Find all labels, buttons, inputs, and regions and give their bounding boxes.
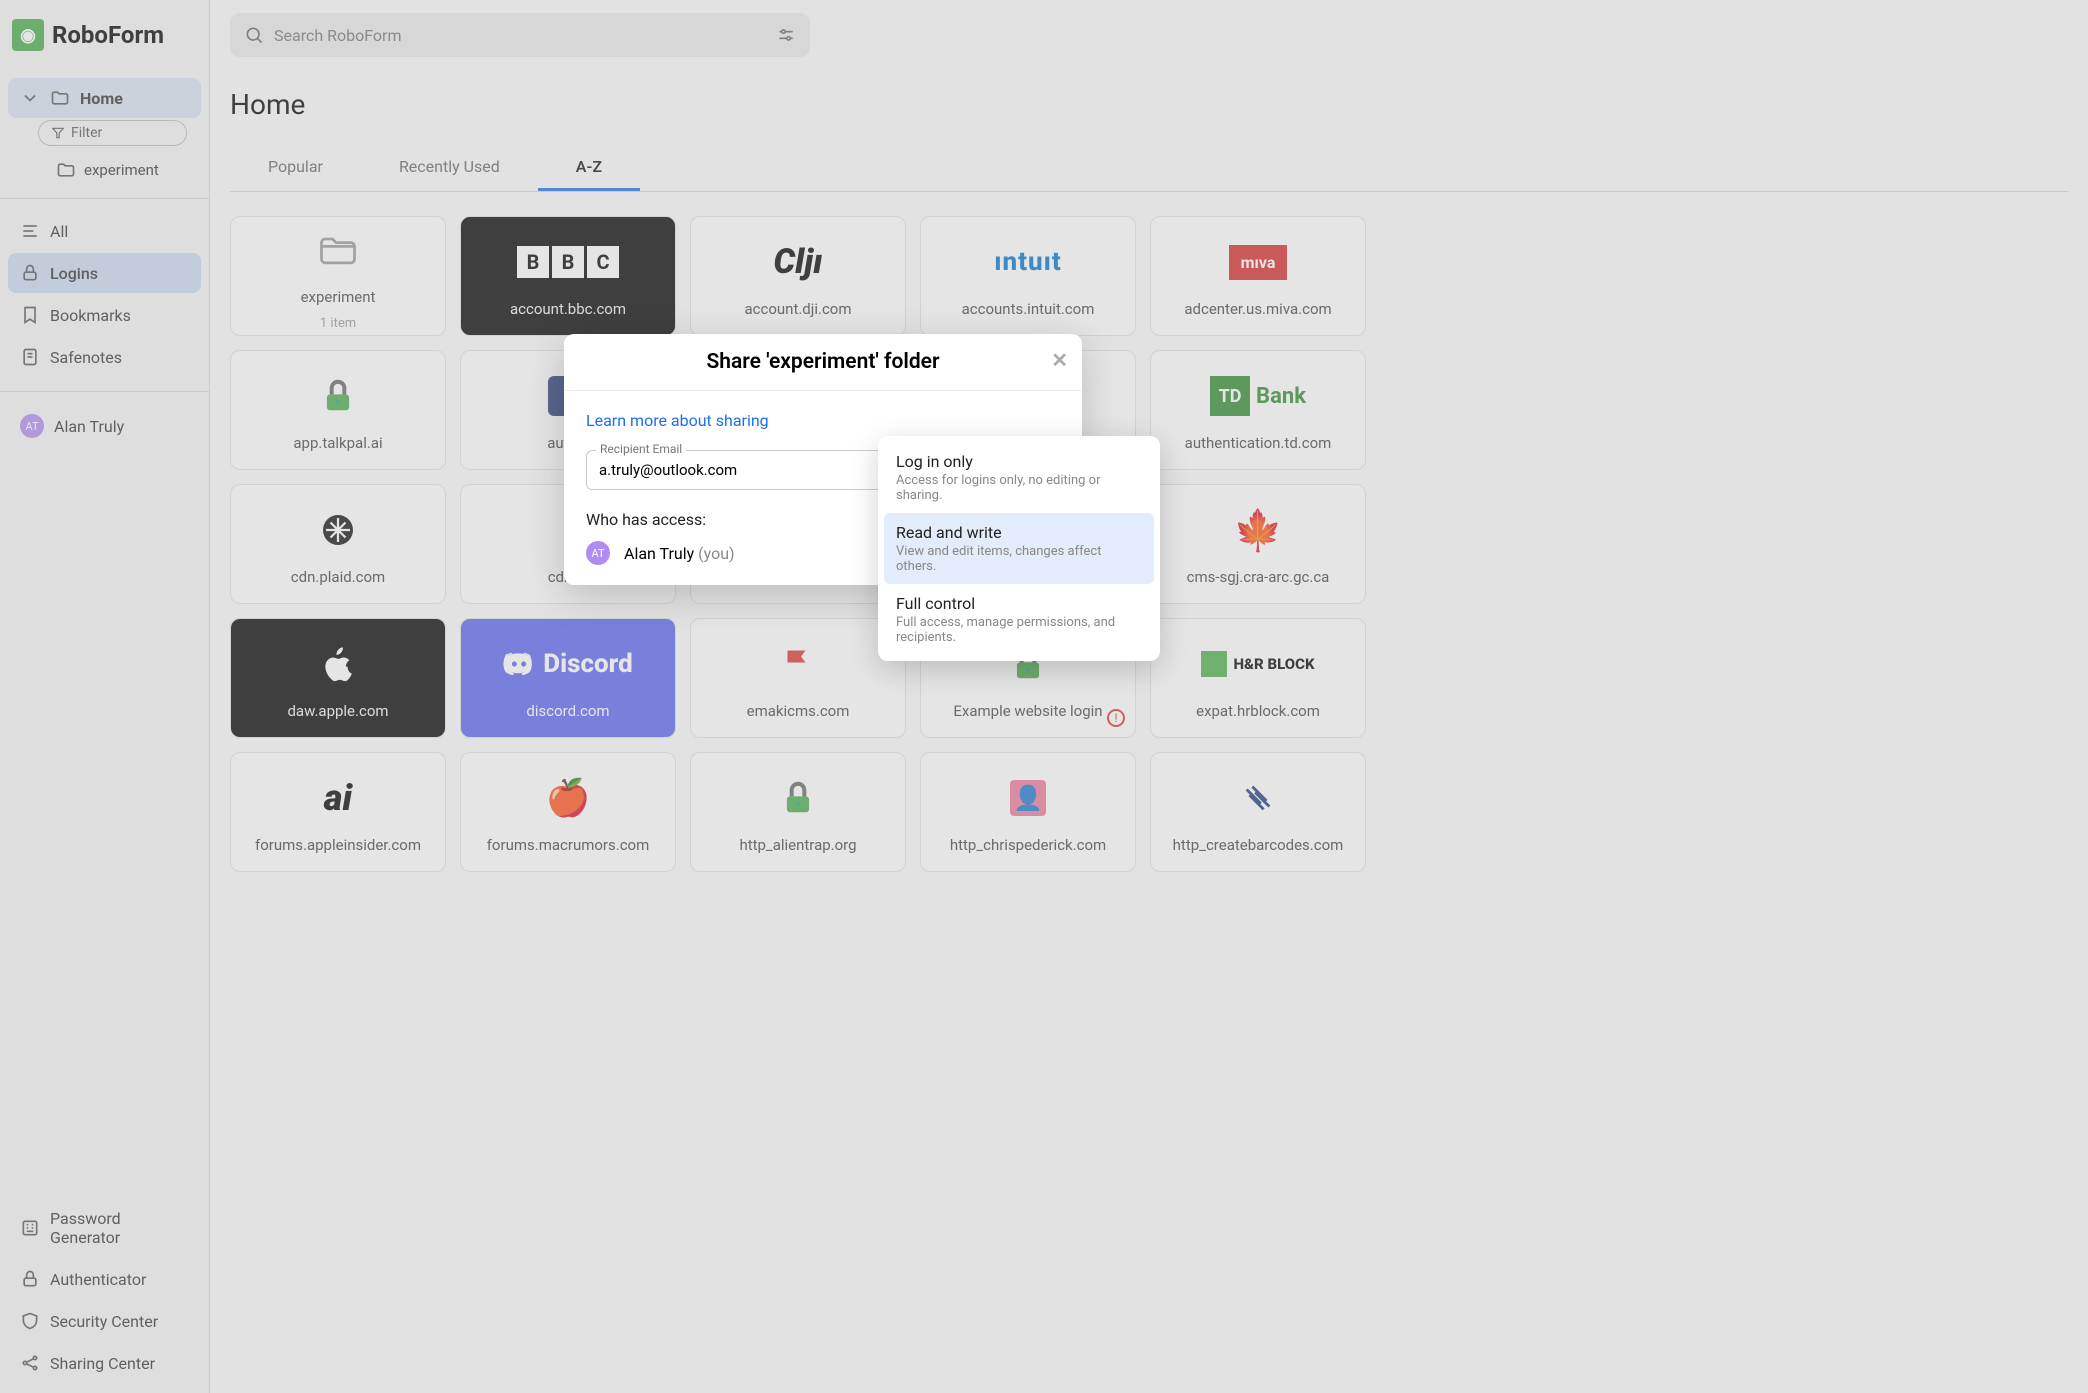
access-user-avatar: AT [586, 541, 610, 565]
option-desc: Full access, manage permissions, and rec… [896, 615, 1142, 645]
modal-title: Share 'experiment' folder [706, 350, 939, 374]
learn-more-link[interactable]: Learn more about sharing [586, 411, 769, 430]
permission-dropdown: Log in only Access for logins only, no e… [878, 436, 1160, 661]
access-user-you: (you) [698, 544, 734, 563]
modal-overlay[interactable] [0, 0, 2088, 1393]
option-desc: Access for logins only, no editing or sh… [896, 473, 1142, 503]
close-icon[interactable]: ✕ [1051, 348, 1068, 372]
option-title: Read and write [896, 523, 1142, 542]
permission-option-full-control[interactable]: Full control Full access, manage permiss… [884, 584, 1154, 655]
email-field-label: Recipient Email [596, 442, 686, 456]
option-desc: View and edit items, changes affect othe… [896, 544, 1142, 574]
access-user-name: Alan Truly [624, 544, 694, 563]
permission-option-login-only[interactable]: Log in only Access for logins only, no e… [884, 442, 1154, 513]
option-title: Full control [896, 594, 1142, 613]
option-title: Log in only [896, 452, 1142, 471]
permission-option-read-write[interactable]: Read and write View and edit items, chan… [884, 513, 1154, 584]
